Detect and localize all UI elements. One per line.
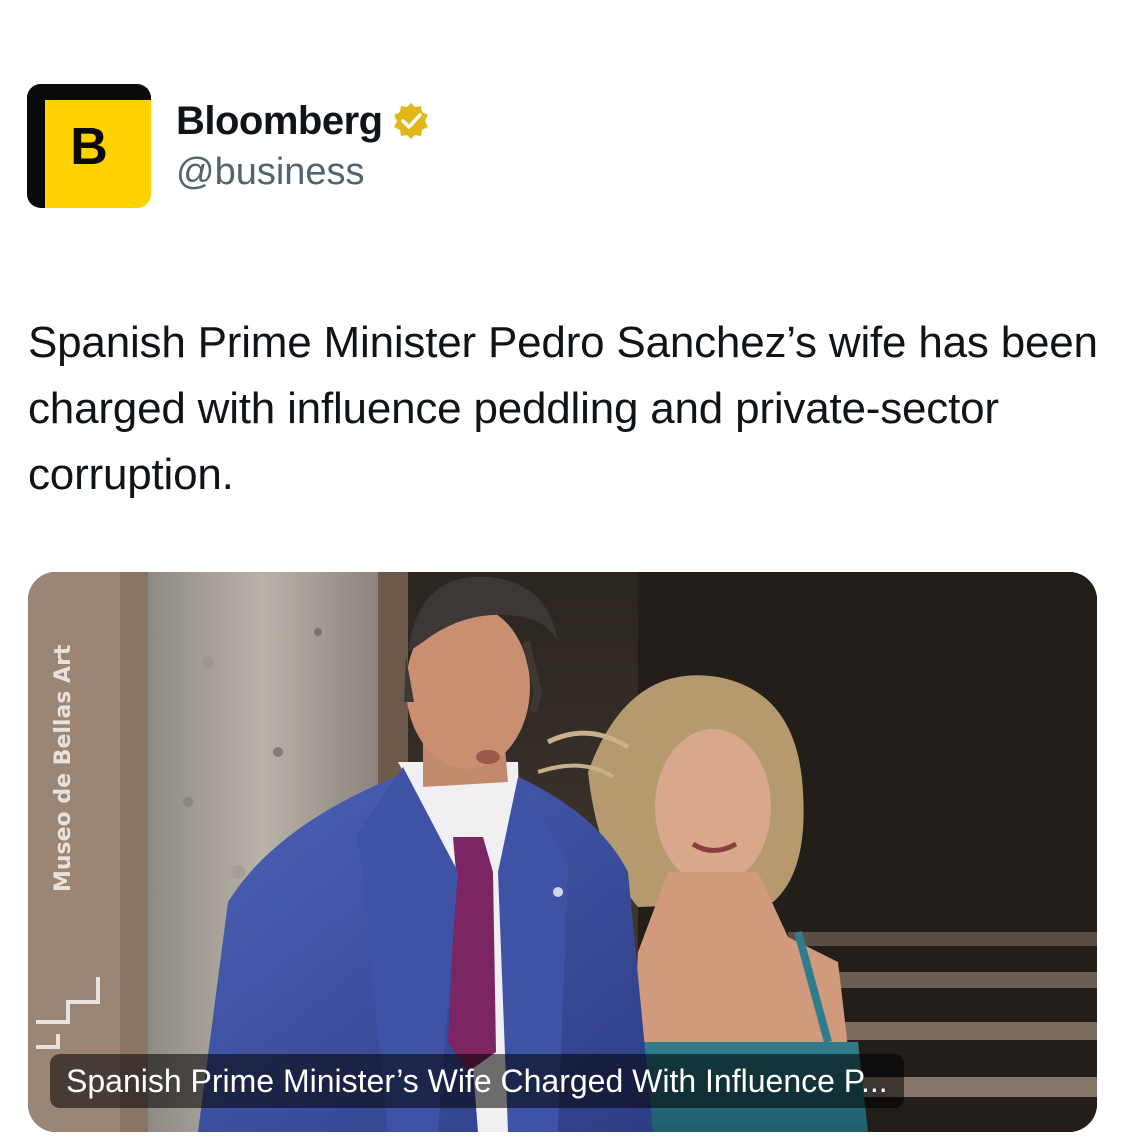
link-card[interactable]: Museo de Bellas Art Spanish Prime Minist… [28,572,1097,1132]
verified-badge-icon [393,103,428,139]
card-title[interactable]: Spanish Prime Minister’s Wife Charged Wi… [50,1054,904,1108]
author-name-label[interactable]: Bloomberg [176,98,383,144]
avatar[interactable]: B [27,84,151,208]
card-photo: Museo de Bellas Art [28,572,1097,1132]
author-name[interactable]: Bloomberg [176,98,431,144]
chevron-down-icon[interactable] [44,0,62,4]
author-handle[interactable]: @business [176,150,365,194]
museum-sign-text: Museo de Bellas Art [51,644,76,892]
avatar-letter: B [70,118,108,176]
tweet-text: Spanish Prime Minister Pedro Sanchez’s w… [28,318,1098,499]
